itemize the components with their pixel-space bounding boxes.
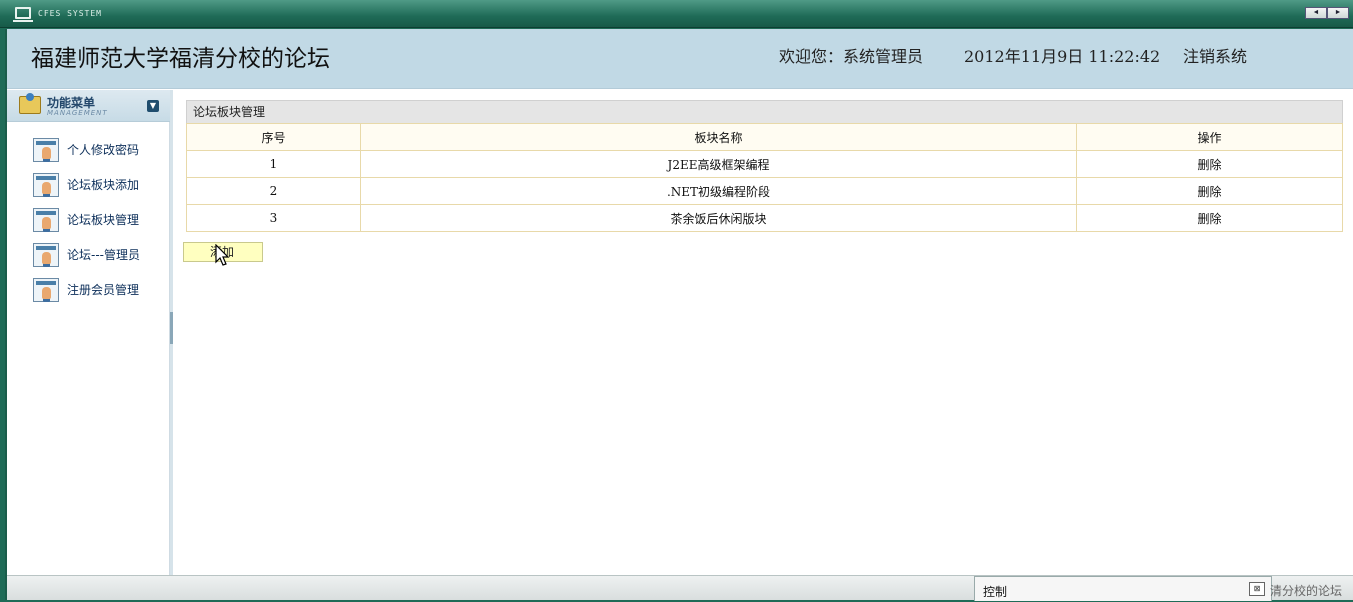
app-frame: 福建师范大学福清分校的论坛 欢迎您：系统管理员 2012年11月9日 11:22… — [5, 29, 1353, 601]
table-header-row: 序号 板块名称 操作 — [186, 123, 1343, 151]
cell-board-name: .NET初级编程阶段 — [360, 177, 1077, 205]
logout-link[interactable]: 注销系统 — [1183, 43, 1247, 67]
sidebar-item-label: 论坛---管理员 — [67, 248, 140, 262]
status-bar: 控制 ⊠ 清分校的论坛 — [7, 575, 1353, 601]
user-card-icon — [33, 277, 59, 302]
sidebar-item-label: 论坛板块管理 — [67, 213, 140, 227]
cell-action: 删除 — [1076, 150, 1343, 178]
cell-no: 1 — [186, 150, 361, 178]
sidebar-item-manage-boards[interactable]: 论坛板块管理 — [7, 202, 170, 237]
delete-link[interactable]: 删除 — [1197, 158, 1221, 172]
table-row: 1 J2EE高级框架编程 删除 — [186, 150, 1343, 178]
column-header-action: 操作 — [1076, 123, 1343, 151]
control-panel-tab[interactable]: 控制 ⊠ — [974, 576, 1272, 601]
column-header-no: 序号 — [186, 123, 361, 151]
window-titlebar: CFES SYSTEM ◄ ► — [0, 0, 1353, 28]
system-title: CFES SYSTEM — [38, 9, 102, 18]
main-content: 论坛板块管理 序号 板块名称 操作 1 J2EE高级框架编程 删除 2 .NET… — [173, 90, 1353, 575]
cell-action: 删除 — [1076, 177, 1343, 205]
next-button[interactable]: ► — [1327, 7, 1349, 19]
cell-no: 3 — [186, 204, 361, 232]
panel-title: 论坛板块管理 — [186, 100, 1343, 124]
user-card-icon — [33, 137, 59, 162]
sidebar-item-label: 论坛板块添加 — [67, 178, 140, 192]
menu-list: 个人修改密码 论坛板块添加 论坛板块管理 论坛---管理员 注册会员管理 — [7, 132, 170, 307]
cell-no: 2 — [186, 177, 361, 205]
sidebar-item-add-board[interactable]: 论坛板块添加 — [7, 167, 170, 202]
cell-board-name: 茶余饭后休闲版块 — [360, 204, 1077, 232]
page-header: 福建师范大学福清分校的论坛 欢迎您：系统管理员 2012年11月9日 11:22… — [7, 29, 1353, 89]
user-card-icon — [33, 242, 59, 267]
window-nav: ◄ ► — [1305, 7, 1349, 19]
monitor-icon — [13, 7, 33, 22]
menu-subtitle: MANAGEMENT — [47, 109, 108, 117]
delete-link[interactable]: 删除 — [1197, 185, 1221, 199]
sidebar-item-forum-admin[interactable]: 论坛---管理员 — [7, 237, 170, 272]
collapse-icon[interactable]: ▼ — [147, 100, 159, 112]
table-row: 2 .NET初级编程阶段 删除 — [186, 177, 1343, 205]
user-card-icon — [33, 172, 59, 197]
menu-folder-icon — [19, 93, 41, 114]
menu-header: 功能菜单 MANAGEMENT ▼ — [7, 90, 170, 122]
welcome-text: 欢迎您：系统管理员 — [779, 47, 924, 66]
sidebar: 功能菜单 MANAGEMENT ▼ 个人修改密码 论坛板块添加 论坛板块管理 论… — [7, 90, 170, 575]
status-site-name: 清分校的论坛 — [1270, 584, 1343, 598]
current-datetime: 2012年11月9日 11:22:42 — [964, 47, 1161, 66]
sidebar-item-label: 注册会员管理 — [67, 283, 140, 297]
cell-action: 删除 — [1076, 204, 1343, 232]
close-icon[interactable]: ⊠ — [1249, 582, 1265, 596]
control-label: 控制 — [983, 585, 1008, 599]
user-card-icon — [33, 207, 59, 232]
sidebar-item-member-management[interactable]: 注册会员管理 — [7, 272, 170, 307]
boards-table: 序号 板块名称 操作 1 J2EE高级框架编程 删除 2 .NET初级编程阶段 … — [186, 123, 1343, 232]
prev-button[interactable]: ◄ — [1305, 7, 1327, 19]
sidebar-item-label: 个人修改密码 — [67, 143, 140, 157]
table-row: 3 茶余饭后休闲版块 删除 — [186, 204, 1343, 232]
site-title: 福建师范大学福清分校的论坛 — [31, 46, 330, 72]
cell-board-name: J2EE高级框架编程 — [360, 150, 1077, 178]
delete-link[interactable]: 删除 — [1197, 212, 1221, 226]
column-header-name: 板块名称 — [360, 123, 1077, 151]
sidebar-item-change-password[interactable]: 个人修改密码 — [7, 132, 170, 167]
mouse-cursor-icon — [215, 244, 230, 266]
